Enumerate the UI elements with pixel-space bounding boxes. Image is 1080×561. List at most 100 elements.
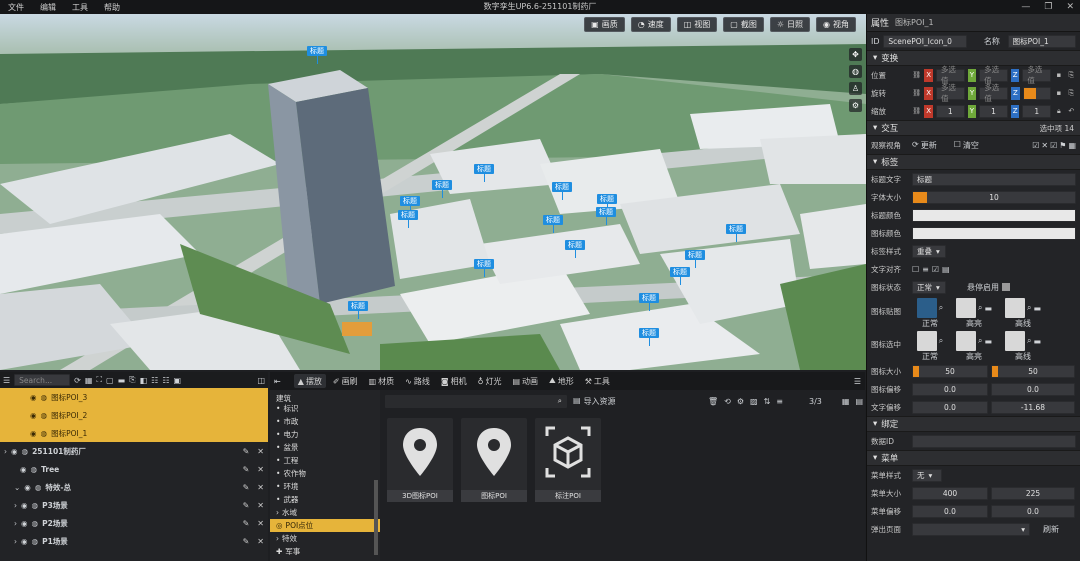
image-icon[interactable]: ▣: [173, 376, 181, 385]
chevron-right-icon[interactable]: ›: [14, 537, 17, 546]
chevron-right-icon[interactable]: ›: [14, 501, 17, 510]
sidebar-icon[interactable]: ◫: [257, 376, 265, 385]
square-icon[interactable]: ▢: [106, 376, 114, 385]
tab-animation[interactable]: ▤ 动画: [508, 374, 542, 388]
tree-search-input[interactable]: Search...: [14, 374, 71, 386]
tab-brush[interactable]: ✐ 画刷: [329, 374, 362, 388]
search-icon[interactable]: ⌕: [939, 336, 943, 346]
search-icon[interactable]: ⌕: [939, 303, 943, 313]
chevron-down-icon[interactable]: ⌄: [14, 483, 20, 492]
eye-icon[interactable]: ◉: [21, 501, 28, 510]
tab-camera[interactable]: ◙ 相机: [437, 374, 471, 388]
eye-icon[interactable]: ◉: [30, 411, 37, 420]
poi-marker[interactable]: 标题: [474, 164, 494, 182]
close-icon[interactable]: ✕: [257, 519, 264, 528]
label-text-input[interactable]: 标题: [912, 172, 1076, 186]
poi-marker[interactable]: 标题: [685, 250, 705, 268]
edit-icon[interactable]: ✎: [243, 537, 250, 546]
edit-icon[interactable]: ✎: [243, 447, 250, 456]
eye-icon[interactable]: ◉: [20, 465, 27, 474]
category-item[interactable]: › 特效: [270, 532, 380, 545]
settings-icon[interactable]: ⚙: [737, 397, 744, 406]
sunlight-button[interactable]: ☼ 日照: [769, 17, 811, 32]
chevron-right-icon[interactable]: ›: [4, 447, 7, 456]
copy-icon[interactable]: ⎘: [1067, 70, 1076, 80]
tab-material[interactable]: ▥ 材质: [365, 374, 399, 388]
folder-icon[interactable]: ▬: [118, 376, 126, 385]
edit-image-icon[interactable]: ▨: [750, 397, 758, 406]
rotation-z[interactable]: [1022, 86, 1052, 100]
chevron-right-icon[interactable]: ›: [14, 519, 17, 528]
close-icon[interactable]: ✕: [257, 465, 264, 474]
icon-offset-y[interactable]: 0.0: [991, 382, 1075, 396]
history-icon[interactable]: ⟲: [724, 397, 731, 406]
interaction-section[interactable]: ▾ 交互 选中项 14: [867, 120, 1080, 136]
popup-page-select[interactable]: ▾: [912, 522, 1030, 536]
poi-marker[interactable]: 标题: [398, 210, 418, 228]
position-x[interactable]: 多选值: [935, 65, 965, 85]
icon-selected-normal[interactable]: ⌕ 正常: [912, 331, 948, 362]
asset-card-3d-poi[interactable]: 3D图标POI: [387, 418, 453, 502]
speed-button[interactable]: ◔ 速度: [630, 17, 671, 32]
screenshot-button[interactable]: ▢ 截图: [723, 17, 764, 32]
group-icon[interactable]: ◧: [140, 376, 148, 385]
undo-icon[interactable]: ↶: [1067, 106, 1076, 116]
category-item-poi[interactable]: ◎ POI点位: [270, 519, 380, 532]
sort-az-icon[interactable]: ⇅: [764, 397, 771, 406]
quality-button[interactable]: ▣ 画质: [584, 17, 625, 32]
font-size-slider[interactable]: 10: [912, 190, 1076, 204]
list-icon[interactable]: ☷: [151, 376, 158, 385]
icon-selected-high[interactable]: ⌕ ▬ 高线: [1000, 331, 1046, 362]
rotation-x[interactable]: 多选值: [935, 83, 965, 103]
search-icon[interactable]: ⌕: [978, 336, 982, 346]
refresh-button[interactable]: 刷新: [1043, 524, 1059, 535]
asset-search-input[interactable]: ⌕: [385, 394, 567, 408]
import-button[interactable]: ▤ 导入资源: [573, 396, 616, 407]
scale-z[interactable]: 1: [1022, 104, 1052, 118]
menu-file[interactable]: 文件: [0, 2, 32, 13]
poi-marker[interactable]: 标题: [639, 293, 659, 311]
clear-button[interactable]: ☐ 清空: [954, 140, 979, 151]
icon-map-high[interactable]: ⌕ ▬ 高线: [1000, 298, 1046, 329]
poi-marker[interactable]: 标题: [639, 328, 659, 346]
label-style-select[interactable]: 重叠 ▾: [912, 244, 946, 258]
tab-tools[interactable]: ⚒ 工具: [581, 374, 614, 388]
icon-map-highlight[interactable]: ⌕ ▬ 高亮: [951, 298, 997, 329]
category-item[interactable]: • 农作物: [270, 467, 380, 480]
tree-item[interactable]: › ◉ ◍ P3场景 ✎ ✕: [0, 496, 268, 514]
lock-icon[interactable]: 🔒︎: [1054, 106, 1063, 116]
close-icon[interactable]: ✕: [257, 447, 264, 456]
poi-marker[interactable]: 标题: [565, 240, 585, 258]
tree-item[interactable]: ◉ ◍ 图标POI_2: [0, 406, 268, 424]
tab-place[interactable]: ▲ 摆放: [293, 374, 326, 388]
poi-marker[interactable]: 标题: [307, 46, 327, 64]
icon-offset-x[interactable]: 0.0: [912, 382, 988, 396]
icon-state-select[interactable]: 正常 ▾: [912, 280, 946, 294]
checkbox-icon[interactable]: ☑: [1050, 141, 1057, 150]
edit-icon[interactable]: ✎: [243, 483, 250, 492]
search-icon[interactable]: ⌕: [1027, 303, 1031, 313]
link-icon[interactable]: ⛓: [912, 70, 921, 80]
view-button[interactable]: ◫ 视图: [676, 17, 718, 32]
tab-route[interactable]: ∿ 路线: [401, 374, 434, 388]
position-y[interactable]: 多选值: [979, 65, 1008, 85]
label-section[interactable]: ▾ 标签: [867, 154, 1080, 170]
category-item[interactable]: › 水域: [270, 506, 380, 519]
edit-icon[interactable]: ✎: [243, 465, 250, 474]
menu-edit[interactable]: 编辑: [32, 2, 64, 13]
tab-light[interactable]: ♁ 灯光: [474, 374, 506, 388]
copy-icon[interactable]: ⎘: [1067, 88, 1076, 98]
icon-selected-highlight[interactable]: ⌕ ▬ 高亮: [951, 331, 997, 362]
tree-item[interactable]: ◉ ◍ Tree ✎ ✕: [0, 460, 268, 478]
poi-marker[interactable]: 标题: [726, 224, 746, 242]
text-offset-x[interactable]: 0.0: [912, 400, 988, 414]
menu-section[interactable]: ▾ 菜单: [867, 450, 1080, 466]
menu-help[interactable]: 帮助: [96, 2, 128, 13]
link-icon[interactable]: ⛓: [912, 88, 921, 98]
scene-viewport[interactable]: ▣ 画质 ◔ 速度 ◫ 视图 ▢ 截图 ☼ 日照 ◉ 视角 ✥ ◍ ♙ ⚙ 标题 标题 标题…: [0, 14, 866, 370]
icon-map-normal[interactable]: ⌕ 正常: [912, 298, 948, 329]
eye-icon[interactable]: ◉: [21, 519, 28, 528]
category-item[interactable]: 建筑: [270, 394, 380, 402]
settings-icon[interactable]: ⚙: [849, 99, 862, 112]
menu-offset-x[interactable]: 0.0: [912, 504, 988, 518]
